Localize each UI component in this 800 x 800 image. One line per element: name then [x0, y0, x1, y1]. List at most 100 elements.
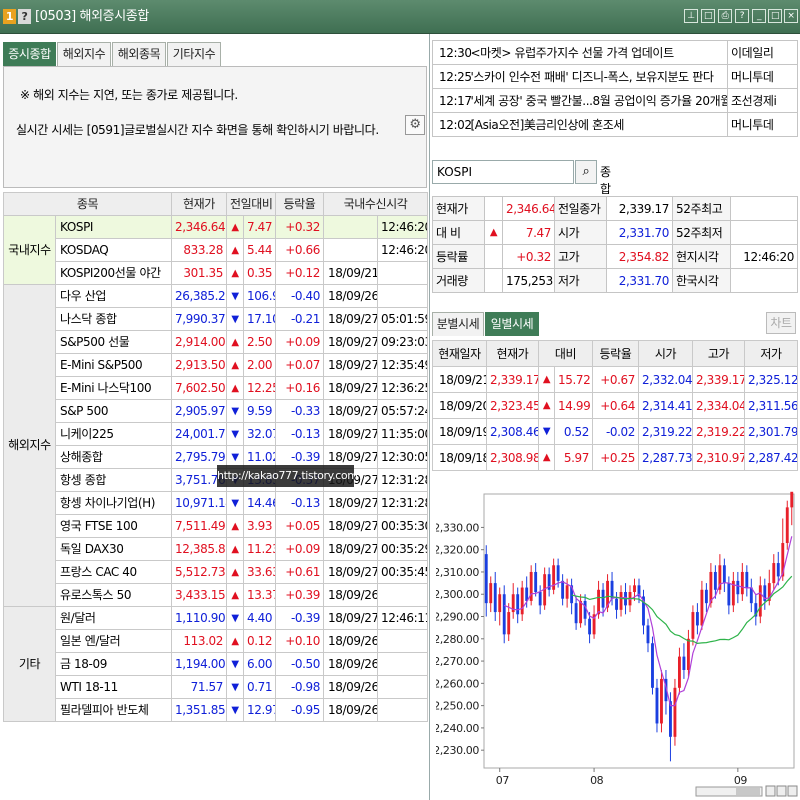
col-header-diff[interactable]: 대비: [538, 340, 593, 367]
news-headline[interactable]: '스카이 인수전 패배' 디즈니-폭스, 보유지분도 판다: [470, 64, 728, 89]
quote-value: [730, 196, 798, 221]
close-icon[interactable]: ×: [784, 9, 798, 23]
y-tick-label: 2,330.00: [436, 521, 479, 534]
table-row[interactable]: 18/09/20 2,323.45 ▲ 14.99 +0.64 2,314.41 2,334…: [432, 392, 798, 419]
tab-minute-price[interactable]: 분별시세: [432, 312, 484, 336]
table-row[interactable]: 상해종합2,795.79▼11.02-0.3918/09/2712:30:05: [4, 445, 428, 469]
search-icon[interactable]: ⌕: [575, 160, 597, 184]
table-row[interactable]: 유로스톡스 503,433.15▲13.37+0.3918/09/26: [4, 583, 428, 607]
table-row[interactable]: S&P500 선물 2,914.00 ▲ 2.50 +0.09 18/09/27 09:23…: [4, 330, 428, 354]
table-row[interactable]: 니케이22524,001.7▼32.07-0.1318/09/2711:35:0…: [4, 422, 428, 446]
tab-other-index[interactable]: 기타지수: [167, 42, 221, 66]
print-icon[interactable]: ⎙: [718, 9, 732, 23]
col-header-close[interactable]: 현재가: [486, 340, 539, 367]
candlestick-chart[interactable]: 2,330.00 2,320.00 2,310.00 2,300.00 2,290.00…: [436, 490, 798, 798]
table-row[interactable]: 항셍 차이나기업(H)10,971.14▼14.46-0.1318/09/271…: [4, 491, 428, 515]
table-row[interactable]: 일본 엔/달러 113.02 ▲ 0.12 +0.10 18/09/26: [4, 629, 428, 653]
row-name[interactable]: 원/달러: [55, 606, 172, 630]
maximize-icon[interactable]: □: [768, 9, 782, 23]
row-name[interactable]: S&P500 선물: [55, 330, 172, 354]
table-row[interactable]: WTI 18-11 71.57 ▼ 0.71 -0.98 18/09/26: [4, 675, 428, 699]
row-name[interactable]: S&P 500: [55, 399, 172, 423]
col-header-change[interactable]: 전일대비: [226, 192, 276, 216]
news-source: 조선경제i: [727, 88, 798, 113]
table-row[interactable]: E-Mini 나스닥1007,602.50▲12.25+0.1618/09/27…: [4, 376, 428, 400]
col-header-rate[interactable]: 등락율: [275, 192, 324, 216]
news-row[interactable]: 12:02:[Asia오전]美금리인상에 혼조세머니투데: [432, 112, 798, 137]
table-row[interactable]: 기타 원/달러 1,110.90 ▼ 4.40 -0.39 18/09/27 12:46:11: [3, 606, 428, 722]
tab-overseas-stocks[interactable]: 해외종목: [112, 42, 166, 66]
row-name[interactable]: 일본 엔/달러: [55, 629, 172, 653]
chart-button[interactable]: 차트: [766, 312, 796, 334]
col-header-price[interactable]: 현재가: [171, 192, 227, 216]
news-headline[interactable]: '세계 공장' 중국 빨간불...8월 공업이익 증가율 20개월: [470, 88, 728, 113]
row-name[interactable]: WTI 18-11: [55, 675, 172, 699]
news-row[interactable]: 12:30:<마켓> 유럽주가지수 선물 가격 업데이트이데일리: [432, 40, 798, 65]
news-headline[interactable]: <마켓> 유럽주가지수 선물 가격 업데이트: [470, 40, 728, 65]
news-source: 머니투데: [727, 64, 798, 89]
pin-icon[interactable]: ⊥: [684, 9, 698, 23]
table-row[interactable]: 해외지수다우 산업26,385.28▼106.93-0.4018/09/26: [3, 284, 428, 607]
row-name[interactable]: 금 18-09: [55, 652, 172, 676]
row-name[interactable]: 유로스톡스 50: [55, 583, 172, 607]
help-badge[interactable]: ?: [18, 9, 31, 24]
row-name[interactable]: 니케이225: [55, 422, 172, 446]
row-name[interactable]: 항셍 종합: [55, 468, 172, 492]
news-row[interactable]: 12:17:'세계 공장' 중국 빨간불...8월 공업이익 증가율 20개월조…: [432, 88, 798, 113]
chart-scroll-thumb[interactable]: [736, 788, 760, 795]
table-row[interactable]: 영국 FTSE 100 7,511.49 ▲ 3.93 +0.05 18/09/27 00:…: [4, 514, 428, 538]
row-name[interactable]: KOSDAQ: [55, 238, 172, 262]
row-name[interactable]: 필라델피아 반도체: [55, 698, 172, 722]
table-row[interactable]: 독일 DAX3012,385.89▲11.23+0.0918/09/2700:3…: [4, 537, 428, 561]
row-name[interactable]: 항셍 차이나기업(H): [55, 491, 172, 515]
col-header-date[interactable]: 현재일자: [432, 340, 487, 367]
row-name[interactable]: E-Mini 나스닥100: [55, 376, 172, 400]
daily-high: 2,334.04: [692, 392, 745, 419]
gear-icon[interactable]: ⚙: [405, 115, 425, 135]
screen-number-badge[interactable]: 1: [3, 9, 16, 24]
table-row[interactable]: 18/09/18 2,308.98 ▲ 5.97 +0.25 2,287.73 2,310.…: [432, 444, 798, 471]
help-icon[interactable]: ?: [735, 9, 749, 23]
row-name[interactable]: 영국 FTSE 100: [55, 514, 172, 538]
table-row[interactable]: 18/09/19 2,308.46 ▼ 0.52 -0.02 2,319.22 2,319.…: [432, 418, 798, 445]
candle-body: [633, 585, 636, 593]
col-header-recv-time[interactable]: 국내수신시각: [323, 192, 428, 216]
table-row[interactable]: S&P 500 2,905.97 ▼ 9.59 -0.33 18/09/27 05:57:2…: [4, 399, 428, 423]
tab-market-summary[interactable]: 증시종합: [3, 42, 56, 66]
copy-icon[interactable]: □: [701, 9, 715, 23]
table-row[interactable]: 필라델피아 반도체1,351.85▼12.97-0.9518/09/26: [4, 698, 428, 722]
col-header-daily-rate[interactable]: 등락율: [592, 340, 639, 367]
table-row[interactable]: 18/09/21 2,339.17 ▲ 15.72 +0.67 2,332.04 2,339…: [432, 366, 798, 393]
col-header-high[interactable]: 고가: [692, 340, 745, 367]
tab-overseas-index[interactable]: 해외지수: [57, 42, 111, 66]
market-table-header: 종목 현재가 전일대비 등락율 국내수신시각: [3, 192, 428, 216]
up-arrow-icon: ▲: [226, 215, 244, 239]
table-row[interactable]: KOSPI200선물 야간 301.35 ▲ 0.35 +0.12 18/09/21: [4, 261, 428, 285]
row-name[interactable]: KOSPI200선물 야간: [55, 261, 172, 285]
row-name[interactable]: 나스닥 종합: [55, 307, 172, 331]
table-row[interactable]: KOSDAQ 833.28 ▲ 5.44 +0.66 12:46:20: [4, 238, 428, 262]
news-row[interactable]: 12:25:'스카이 인수전 패배' 디즈니-폭스, 보유지분도 판다머니투데: [432, 64, 798, 89]
col-header-name[interactable]: 종목: [3, 192, 172, 216]
row-name[interactable]: E-Mini S&P500: [55, 353, 172, 377]
table-row[interactable]: 항셍 종합3,751.76▼13.85-0.3718/09/2712:31:28: [4, 468, 428, 492]
zoom-in-icon[interactable]: [776, 785, 787, 797]
row-name[interactable]: 프랑스 CAC 40: [55, 560, 172, 584]
zoom-out-icon[interactable]: [765, 785, 776, 797]
tab-daily-price[interactable]: 일별시세: [485, 312, 539, 336]
row-name[interactable]: KOSPI: [55, 215, 172, 239]
table-row[interactable]: 국내지수 KOSPI 2,346.64 ▲ 7.47 +0.32 12:46:20: [3, 215, 428, 285]
news-headline[interactable]: [Asia오전]美금리인상에 혼조세: [470, 112, 728, 137]
col-header-open[interactable]: 시가: [638, 340, 693, 367]
table-row[interactable]: 프랑스 CAC 405,512.73▲33.63+0.6118/09/2700:…: [4, 560, 428, 584]
minimize-icon[interactable]: _: [752, 9, 766, 23]
symbol-search-input[interactable]: [432, 160, 574, 184]
table-row[interactable]: 나스닥 종합7,990.37▼17.10-0.2118/09/2705:01:5…: [4, 307, 428, 331]
col-header-low[interactable]: 저가: [744, 340, 798, 367]
table-row[interactable]: 금 18-09 1,194.00 ▼ 6.00 -0.50 18/09/26: [4, 652, 428, 676]
row-name[interactable]: 다우 산업: [55, 284, 172, 308]
reset-zoom-icon[interactable]: [787, 785, 798, 797]
row-name[interactable]: 독일 DAX30: [55, 537, 172, 561]
row-name[interactable]: 상해종합: [55, 445, 172, 469]
table-row[interactable]: E-Mini S&P500 2,913.50 ▲ 2.00 +0.07 18/09/27 1…: [4, 353, 428, 377]
